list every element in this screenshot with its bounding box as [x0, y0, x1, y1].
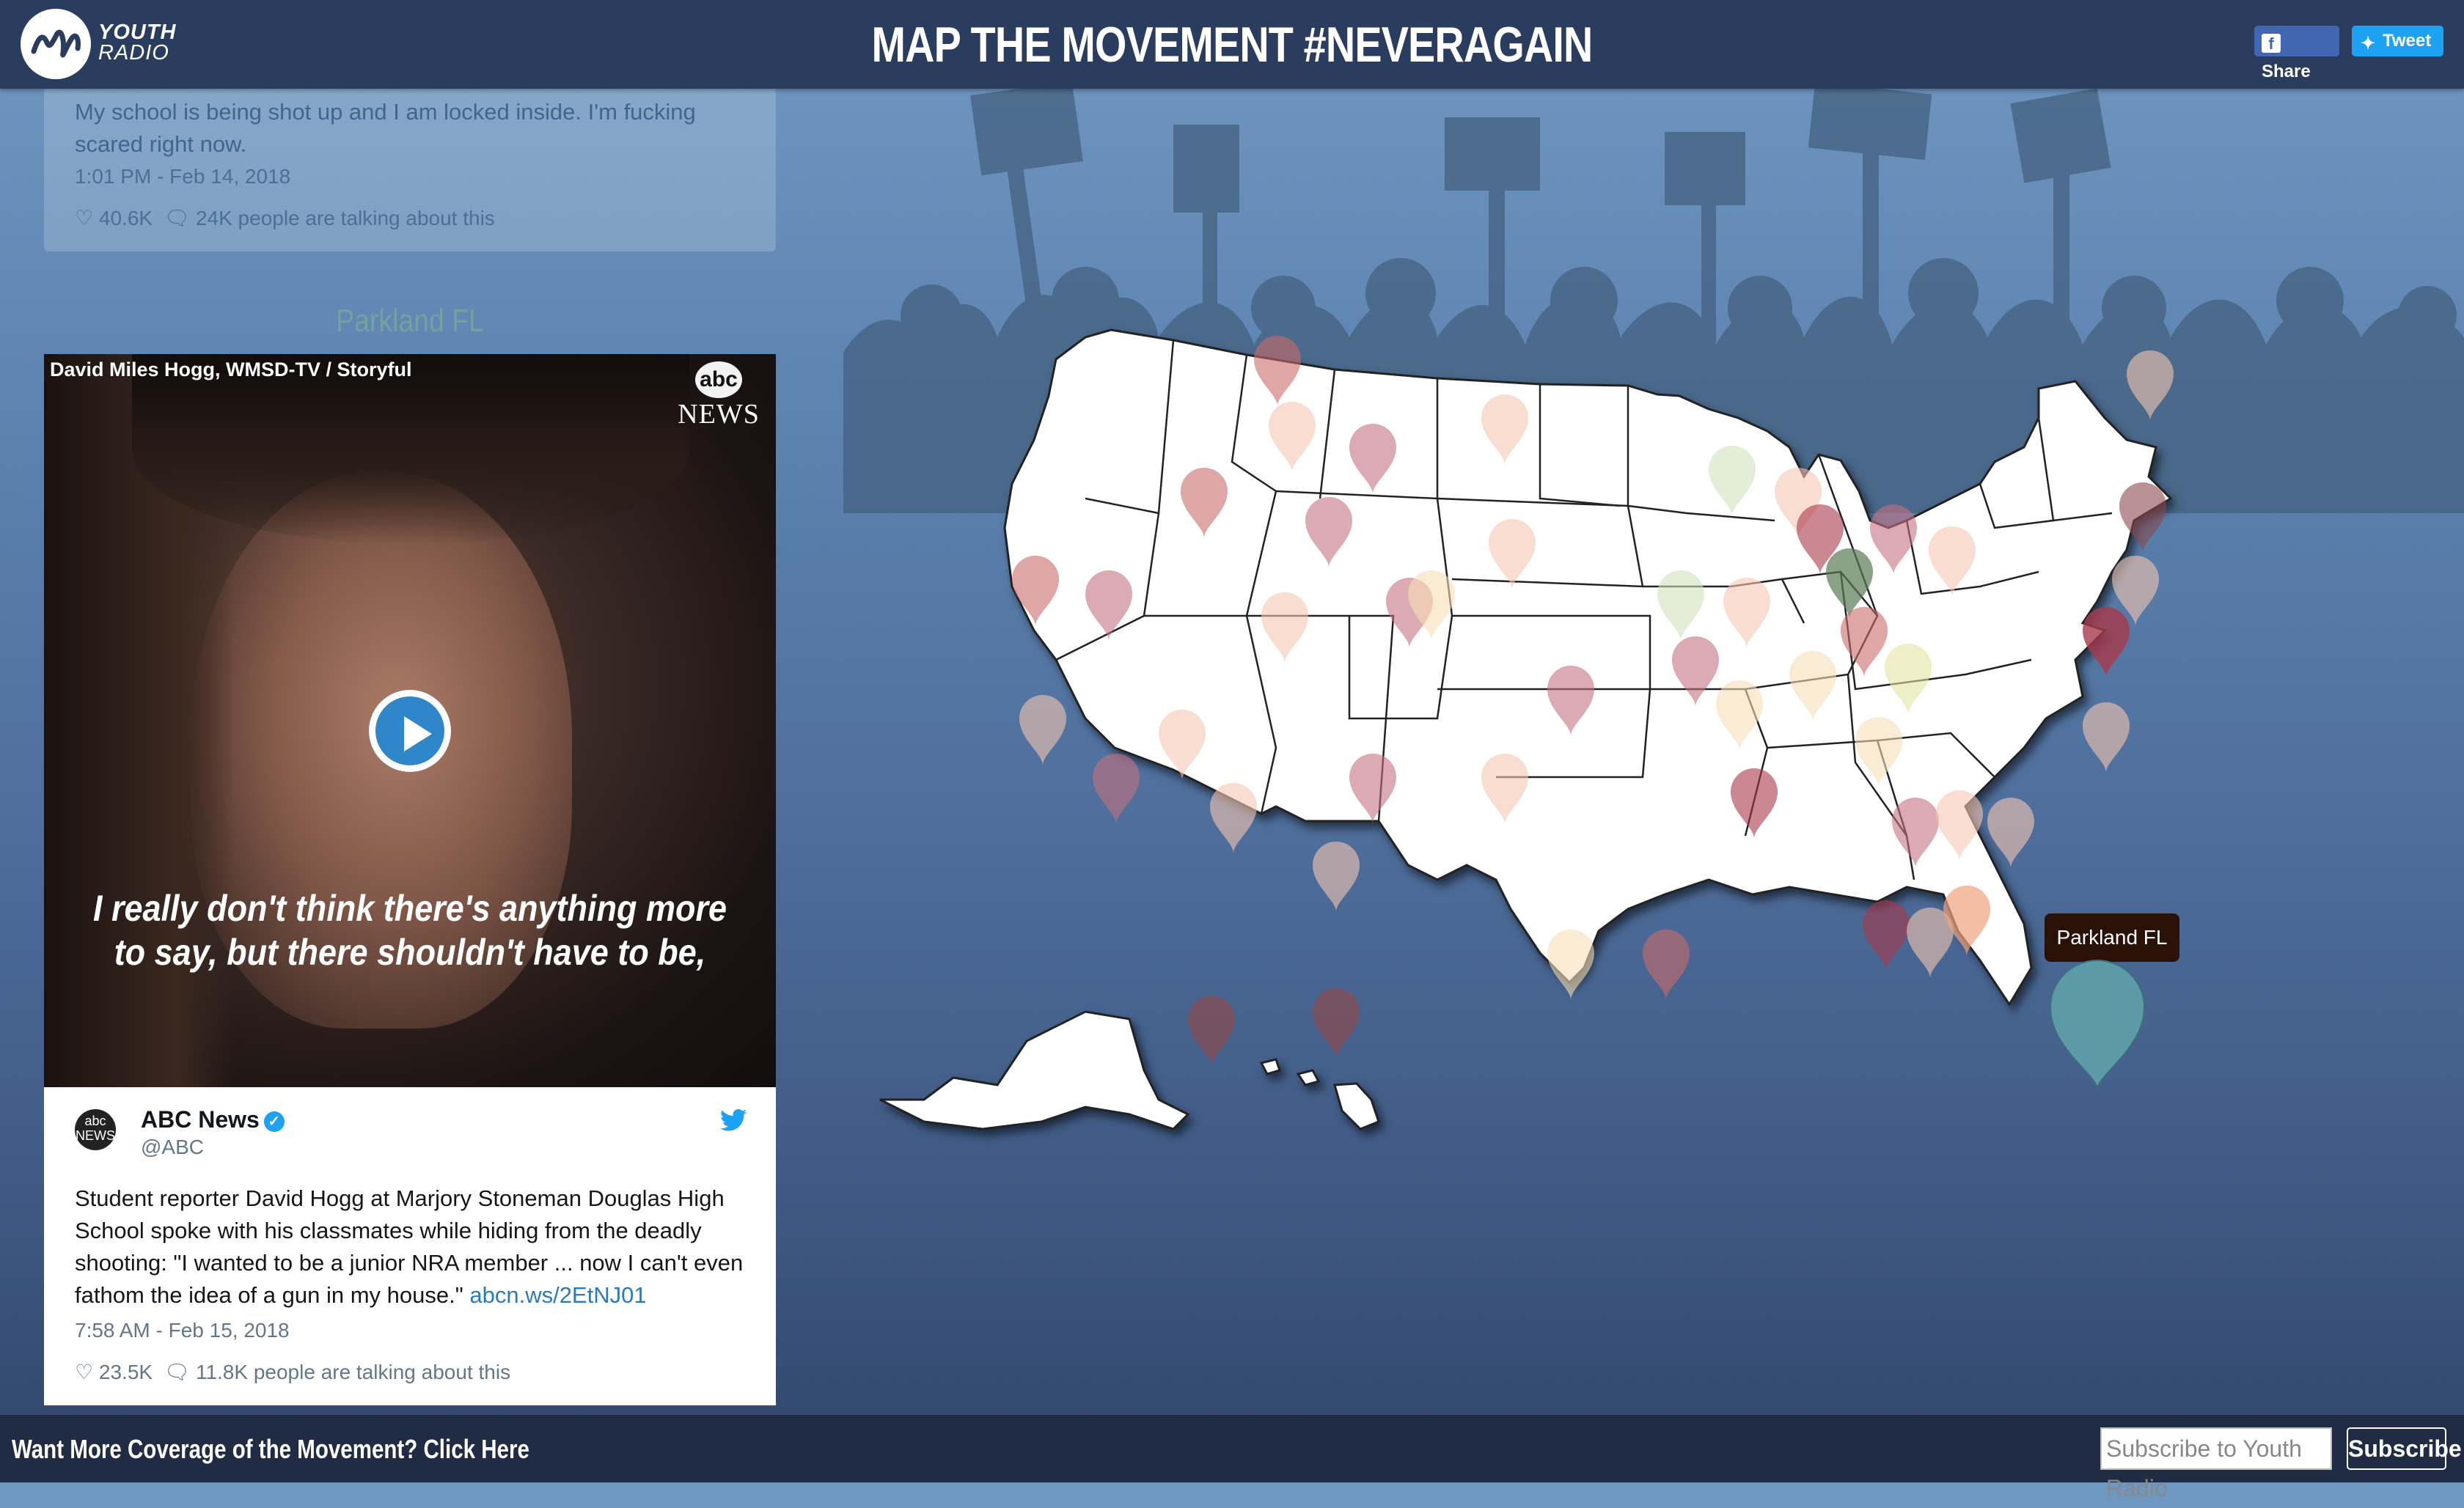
tweet-author-name-text: ABC News — [141, 1106, 260, 1133]
map-pin[interactable] — [1643, 930, 1690, 1000]
previous-tweet-meta: ♡ 40.6K 🗨 24K people are talking about t… — [75, 206, 495, 230]
map-pin[interactable] — [1210, 783, 1257, 853]
play-icon — [375, 696, 444, 765]
map-pin[interactable] — [1863, 900, 1910, 971]
map-pin-tooltip: Parkland FL — [2045, 913, 2179, 962]
logo-text-line1: YOUTH — [98, 21, 177, 44]
map-pin[interactable] — [2083, 607, 2130, 677]
verified-badge-icon: ✓ — [263, 1111, 285, 1132]
subscribe-button[interactable]: Subscribe — [2347, 1427, 2462, 1470]
selected-map-pin[interactable] — [2047, 959, 2147, 1091]
map-pin[interactable] — [2127, 350, 2174, 421]
share-label: Share — [2262, 62, 2311, 81]
tweet-body: Student reporter David Hogg at Marjory S… — [75, 1183, 749, 1312]
tweet-link[interactable]: abcn.ws/2EtNJ01 — [469, 1282, 646, 1308]
abc-logo-circle: abc — [695, 361, 742, 398]
facebook-share-button[interactable]: f Share — [2254, 26, 2339, 81]
twitter-icon: ✦ — [2360, 34, 2376, 54]
twitter-bird-icon[interactable] — [719, 1109, 747, 1138]
previous-tweet-likes: 40.6K — [98, 207, 153, 229]
facebook-icon: f — [2262, 34, 2281, 53]
previous-tweet-card[interactable]: My school is being shot up and I am lock… — [44, 89, 776, 251]
previous-tweet-talking[interactable]: 24K people are talking about this — [196, 207, 495, 229]
abc-logo-news: NEWS — [678, 399, 760, 430]
play-button[interactable] — [369, 690, 451, 772]
tweet-author-handle[interactable]: @ABC — [141, 1136, 204, 1159]
map-pin[interactable] — [1093, 754, 1140, 824]
previous-tweet-text: My school is being shot up and I am lock… — [75, 99, 696, 157]
map-pin[interactable] — [2083, 702, 2130, 773]
hawaii-shape[interactable] — [1259, 1058, 1380, 1130]
video-caption: I really don't think there's anything mo… — [81, 886, 739, 974]
youth-radio-logo[interactable] — [21, 9, 91, 79]
heart-icon[interactable]: ♡ — [75, 207, 93, 229]
video-caption-line2: to say, but there shouldn't have to be, — [114, 932, 706, 973]
heart-icon[interactable]: ♡ — [75, 1361, 93, 1383]
page-title: MAP THE MOVEMENT #NEVERAGAIN — [871, 17, 1594, 73]
site-footer: Want More Coverage of the Movement? Clic… — [0, 1415, 2464, 1501]
video-caption-line1: I really don't think there's anything mo… — [92, 888, 727, 929]
logo-text[interactable]: YOUTH RADIO — [98, 21, 177, 65]
map-pin[interactable] — [1313, 988, 1360, 1059]
alaska-shape[interactable] — [879, 1010, 1190, 1130]
location-label: Parkland FL — [336, 303, 484, 339]
video-credit: David Miles Hogg, WMSD-TV / Storyful — [50, 358, 412, 380]
comment-icon[interactable]: 🗨 — [164, 1361, 191, 1383]
twitter-tweet-button[interactable]: ✦ Tweet — [2352, 26, 2443, 56]
abc-news-logo: abc NEWS — [675, 361, 763, 430]
map-pin[interactable] — [1547, 930, 1594, 1000]
video-still-hair-top — [132, 354, 689, 545]
tweet-likes: 23.5K — [98, 1361, 153, 1383]
tweet-talking[interactable]: 11.8K people are talking about this — [196, 1361, 510, 1383]
map-pin[interactable] — [1313, 842, 1360, 912]
video-player[interactable]: David Miles Hogg, WMSD-TV / Storyful abc… — [44, 354, 776, 1087]
comment-icon[interactable]: 🗨 — [164, 207, 191, 229]
previous-tweet-timestamp[interactable]: 1:01 PM - Feb 14, 2018 — [75, 165, 290, 188]
abc-news-avatar[interactable]: abc NEWS — [75, 1109, 116, 1150]
embedded-tweet-card[interactable]: abc NEWS ABC News ✓ @ABC Student reporter… — [44, 1087, 776, 1405]
tweet-author-name[interactable]: ABC News ✓ — [141, 1106, 285, 1133]
logo-text-line2: RADIO — [98, 41, 169, 65]
map-pin[interactable] — [1188, 996, 1235, 1066]
map-pin[interactable] — [1019, 695, 1066, 765]
logo-mark-icon — [31, 29, 81, 58]
subscribe-email-input[interactable]: Subscribe to Youth Radio — [2100, 1427, 2332, 1501]
map-pin[interactable] — [1987, 798, 2034, 868]
tweet-meta: ♡ 23.5K 🗨 11.8K people are talking about… — [75, 1360, 510, 1384]
tweet-label: Tweet — [2383, 31, 2432, 51]
tweet-timestamp[interactable]: 7:58 AM - Feb 15, 2018 — [75, 1319, 290, 1342]
more-coverage-link[interactable]: Want More Coverage of the Movement? Clic… — [12, 1434, 529, 1465]
site-header: YOUTH RADIO MAP THE MOVEMENT #NEVERAGAIN… — [0, 0, 2464, 89]
